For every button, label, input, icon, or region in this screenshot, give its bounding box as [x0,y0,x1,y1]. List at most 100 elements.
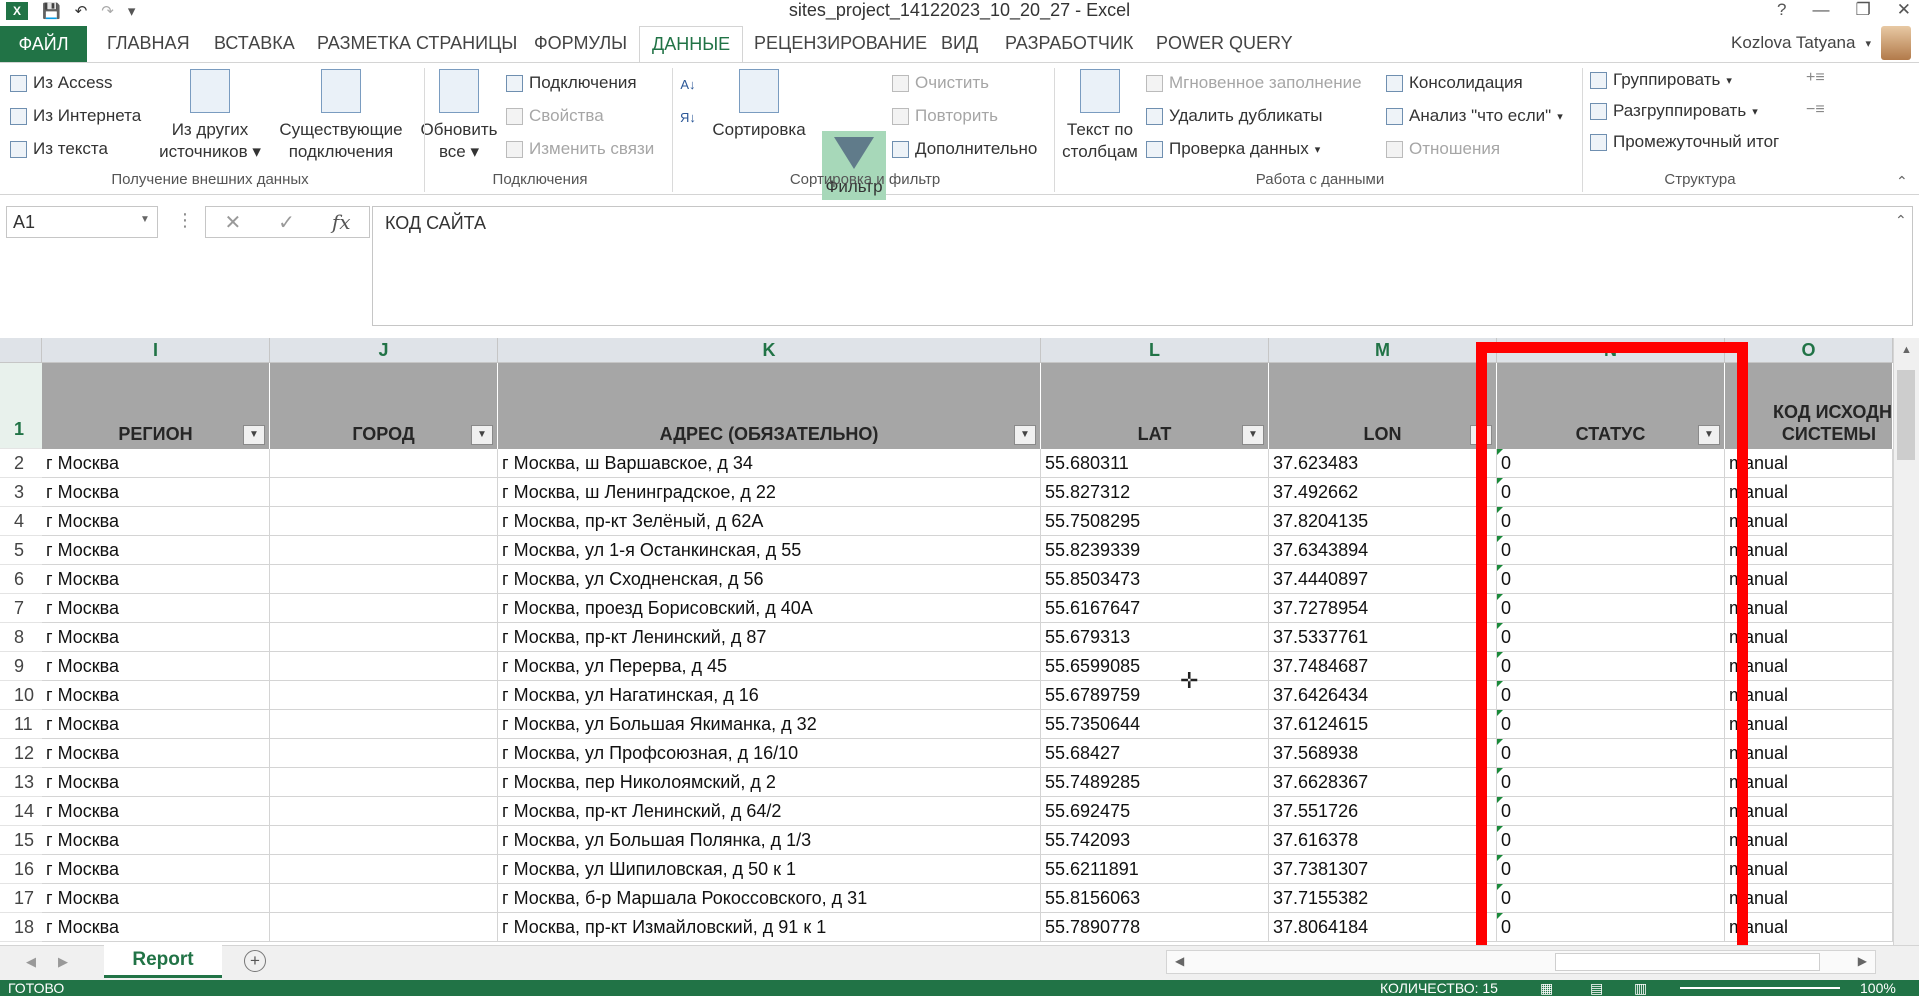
from-access-button[interactable]: Из Access [10,73,113,93]
cell-lon[interactable]: 37.623483 [1269,449,1497,478]
cell-lon[interactable]: 37.5337761 [1269,623,1497,652]
enter-formula-icon[interactable]: ✓ [278,210,295,235]
cell-source[interactable]: manual [1725,739,1893,768]
error-indicator-icon[interactable] [1497,826,1503,832]
filter-dropdown-icon[interactable]: ▼ [243,425,265,445]
cell-region[interactable]: г Москва [42,710,270,739]
cell-lon[interactable]: 37.6628367 [1269,768,1497,797]
cell-lat[interactable]: 55.692475 [1041,797,1269,826]
error-indicator-icon[interactable] [1497,913,1503,919]
row-header[interactable]: 16 [0,855,42,884]
column-header-m[interactable]: M [1269,338,1497,363]
tab-insert[interactable]: ВСТАВКА [214,30,295,56]
cell-region[interactable]: г Москва [42,768,270,797]
row-header[interactable]: 6 [0,565,42,594]
cell-address[interactable]: г Москва, ул Большая Полянка, д 1/3 [498,826,1041,855]
cell-source[interactable]: manual [1725,797,1893,826]
what-if-button[interactable]: Анализ "что если" ▾ [1386,106,1563,126]
reapply-button[interactable]: Повторить [892,106,998,126]
cell-address[interactable]: г Москва, ул Нагатинская, д 16 [498,681,1041,710]
tab-page-layout[interactable]: РАЗМЕТКА СТРАНИЦЫ [317,30,517,56]
tab-review[interactable]: РЕЦЕНЗИРОВАНИЕ [754,30,927,56]
restore-button[interactable]: ❐ [1856,0,1871,20]
cell-city[interactable] [270,449,498,478]
cell-status[interactable]: 0 [1497,826,1725,855]
cell-source[interactable]: manual [1725,478,1893,507]
cell-address[interactable]: г Москва, пр-кт Зелёный, д 62А [498,507,1041,536]
cell-region[interactable]: г Москва [42,536,270,565]
cell-source[interactable]: manual [1725,681,1893,710]
row-header[interactable]: 5 [0,536,42,565]
cell-lat[interactable]: 55.8156063 [1041,884,1269,913]
cell-lon[interactable]: 37.6124615 [1269,710,1497,739]
tab-home[interactable]: ГЛАВНАЯ [107,30,190,56]
header-cell-region[interactable]: РЕГИОН ▼ [42,363,270,449]
cell-lon[interactable]: 37.7278954 [1269,594,1497,623]
error-indicator-icon[interactable] [1497,449,1503,455]
filter-dropdown-icon[interactable]: ▼ [1242,425,1264,445]
cell-source[interactable]: manual [1725,652,1893,681]
row-header[interactable]: 12 [0,739,42,768]
cell-source[interactable]: manual [1725,884,1893,913]
column-header-i[interactable]: I [42,338,270,363]
sort-az-button[interactable]: A↓ Я↓ [680,77,696,125]
advanced-filter-button[interactable]: Дополнительно [892,139,1037,159]
prev-sheet-icon[interactable]: ◀ [26,954,36,970]
cell-lat[interactable]: 55.680311 [1041,449,1269,478]
cell-source[interactable]: manual [1725,768,1893,797]
cell-source[interactable]: manual [1725,913,1893,942]
row-header[interactable]: 10 [0,681,42,710]
cell-city[interactable] [270,681,498,710]
cell-region[interactable]: г Москва [42,478,270,507]
properties-button[interactable]: Свойства [506,106,604,126]
error-indicator-icon[interactable] [1497,797,1503,803]
tab-data[interactable]: ДАННЫЕ [639,26,744,63]
cell-region[interactable]: г Москва [42,739,270,768]
column-header-k[interactable]: K [498,338,1041,363]
zoom-slider[interactable] [1680,987,1840,989]
help-button[interactable]: ? [1777,0,1786,20]
column-header-n[interactable]: N [1497,338,1725,363]
cell-region[interactable]: г Москва [42,565,270,594]
cell-region[interactable]: г Москва [42,652,270,681]
horizontal-scroll-thumb[interactable] [1555,953,1820,971]
cell-status[interactable]: 0 [1497,565,1725,594]
cell-source[interactable]: manual [1725,855,1893,884]
collapse-ribbon-icon[interactable]: ⌃ [1896,173,1908,190]
cell-lat[interactable]: 55.7508295 [1041,507,1269,536]
cell-city[interactable] [270,652,498,681]
row-header[interactable]: 2 [0,449,42,478]
filter-dropdown-icon[interactable]: ▼ [1014,425,1036,445]
cell-address[interactable]: г Москва, пер Николоямский, д 2 [498,768,1041,797]
cell-city[interactable] [270,739,498,768]
header-cell-lat[interactable]: LAT ▼ [1041,363,1269,449]
cell-lon[interactable]: 37.492662 [1269,478,1497,507]
cell-status[interactable]: 0 [1497,855,1725,884]
cell-source[interactable]: manual [1725,826,1893,855]
row-header[interactable]: 17 [0,884,42,913]
row-header-1[interactable]: 1 [0,363,42,449]
page-break-view-icon[interactable]: ▥ [1634,980,1647,996]
header-cell-status[interactable]: СТАТУС ▼ [1497,363,1725,449]
cell-city[interactable] [270,855,498,884]
from-web-button[interactable]: Из Интернета [10,106,141,126]
cell-lat[interactable]: 55.827312 [1041,478,1269,507]
row-header[interactable]: 4 [0,507,42,536]
cell-lat[interactable]: 55.7350644 [1041,710,1269,739]
cell-status[interactable]: 0 [1497,681,1725,710]
refresh-all-button[interactable]: Обновить все ▾ [416,69,502,163]
cell-lat[interactable]: 55.8239339 [1041,536,1269,565]
name-box-dropdown-icon[interactable]: ▼ [140,214,150,225]
cell-city[interactable] [270,884,498,913]
ungroup-button[interactable]: Разгруппировать ▾ [1590,101,1758,121]
cell-region[interactable]: г Москва [42,855,270,884]
cell-status[interactable]: 0 [1497,884,1725,913]
cell-lon[interactable]: 37.6426434 [1269,681,1497,710]
data-validation-button[interactable]: Проверка данных ▾ [1146,139,1320,159]
error-indicator-icon[interactable] [1497,652,1503,658]
cell-status[interactable]: 0 [1497,594,1725,623]
error-indicator-icon[interactable] [1497,594,1503,600]
filter-dropdown-icon[interactable]: ▼ [471,425,493,445]
cell-lon[interactable]: 37.7381307 [1269,855,1497,884]
user-account[interactable]: Kozlova Tatyana ▾ [1731,26,1911,60]
